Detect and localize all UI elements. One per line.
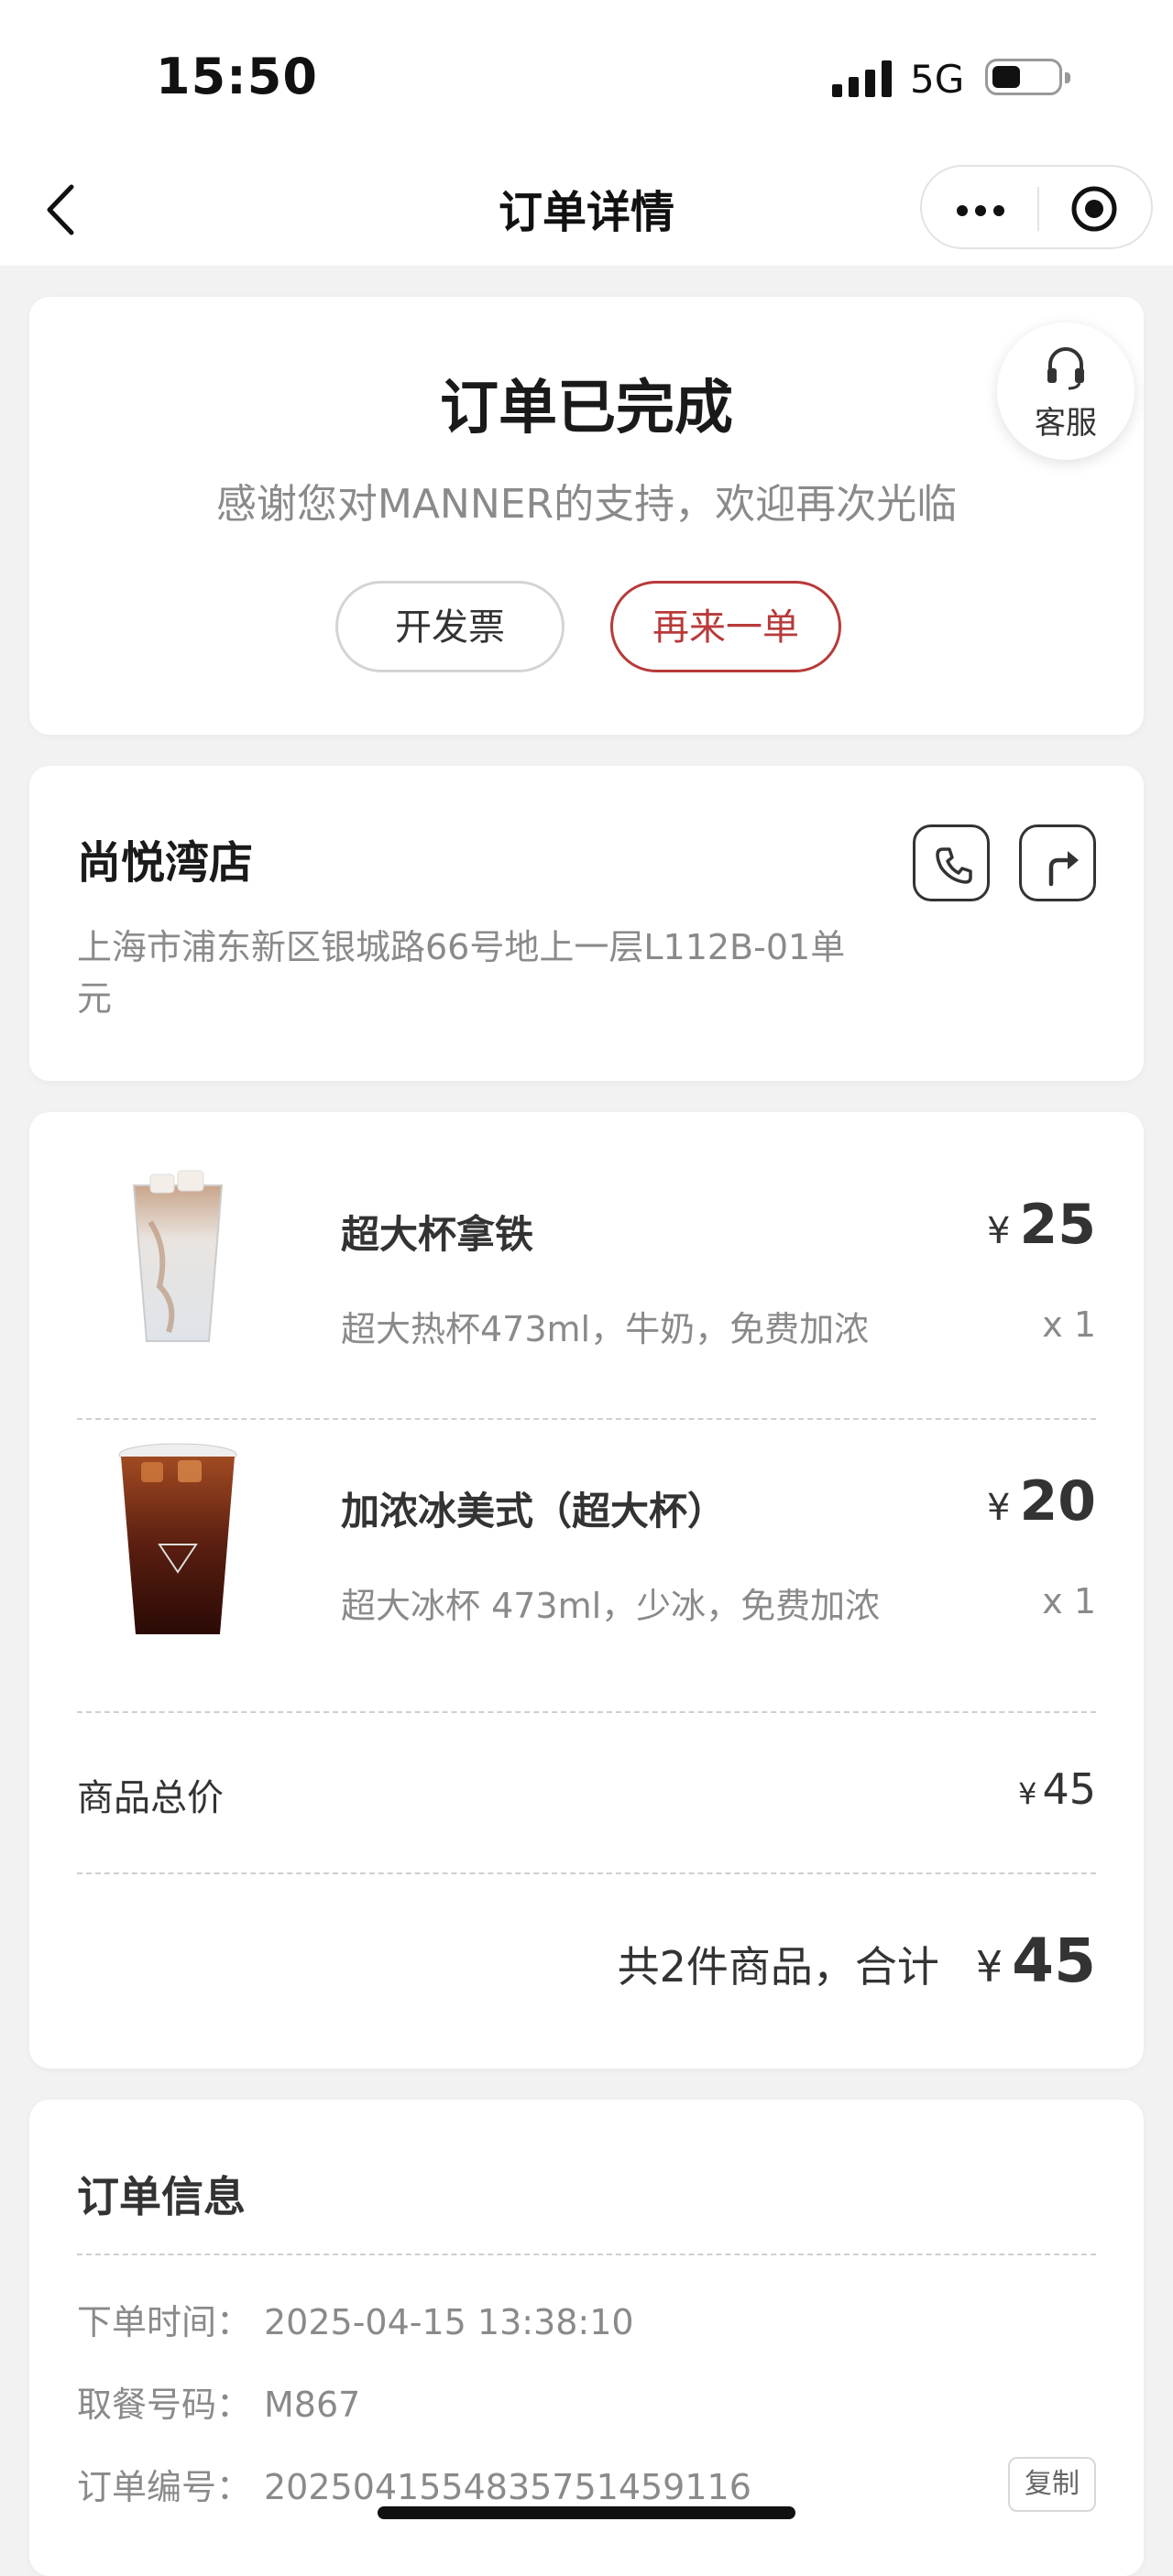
customer-service-button[interactable]: 客服 xyxy=(997,322,1135,460)
subtotal-value: ¥45 xyxy=(1018,1764,1096,1814)
mini-program-capsule xyxy=(920,165,1153,249)
total-amount: 45 xyxy=(1012,1926,1096,1996)
pickup-number-row: 取餐号码： M867 xyxy=(77,2376,360,2427)
order-number-row: 订单编号： 20250415548357514591​16 xyxy=(77,2459,751,2509)
invoice-button[interactable]: 开发票 xyxy=(335,581,565,672)
latte-thumbnail xyxy=(132,1170,224,1342)
item-price: ¥20 xyxy=(987,1469,1096,1534)
store-card: 尚悦湾店 上海市浦东新区银城路66号地上一层L112B-01单元 xyxy=(29,766,1144,1081)
phone-icon xyxy=(936,847,972,884)
item-spec: 超大热杯473ml，牛奶，免费加浓 xyxy=(341,1309,870,1349)
subtotal-amount: 45 xyxy=(1042,1764,1096,1814)
currency-symbol: ¥ xyxy=(1018,1776,1037,1811)
order-number-label: 订单编号： xyxy=(77,2467,252,2507)
total-text: 共2件商品，合计 xyxy=(617,1942,939,1992)
list-item: 加浓冰美式（超大杯） 超大冰杯 473ml，少冰，免费加浓 ¥20 x 1 xyxy=(29,1389,1144,1664)
currency-symbol: ¥ xyxy=(975,1942,1003,1992)
order-time-row: 下单时间： 2025-04-15 13:38:10 xyxy=(77,2294,634,2344)
navigate-store-button[interactable] xyxy=(1019,824,1096,901)
home-indicator xyxy=(378,2506,795,2519)
status-time: 15:50 xyxy=(156,48,318,105)
total-row: 共2件商品，合计 ¥45 xyxy=(618,1926,1096,1996)
route-icon xyxy=(1048,851,1079,887)
reorder-button[interactable]: 再来一单 xyxy=(610,581,841,672)
pickup-number-label: 取餐号码： xyxy=(77,2385,252,2425)
subtotal-label: 商品总价 xyxy=(77,1777,224,1819)
order-number-value: 20250415548357514591​16 xyxy=(264,2467,751,2507)
order-status-title: 订单已完成 xyxy=(440,375,733,442)
divider xyxy=(77,1872,1096,1874)
order-info-card: 订单信息 下单时间： 2025-04-15 13:38:10 取餐号码： M867 … xyxy=(29,2100,1144,2576)
pickup-number-value: M867 xyxy=(264,2385,361,2425)
status-bar: 15:50 5G xyxy=(0,0,1173,156)
item-spec: 超大冰杯 473ml，少冰，免费加浓 xyxy=(341,1586,881,1626)
list-item: 超大杯拿铁 超大热杯473ml，牛奶，免费加浓 ¥25 x 1 xyxy=(29,1112,1144,1387)
order-time-value: 2025-04-15 13:38:10 xyxy=(264,2302,634,2342)
capsule-divider xyxy=(1037,187,1039,231)
item-price-value: 20 xyxy=(1019,1469,1097,1534)
copy-order-number-button[interactable]: 复制 xyxy=(1008,2457,1096,2512)
order-status-card: 订单已完成 感谢您对MANNER的支持，欢迎再次光临 开发票 再来一单 xyxy=(29,297,1144,735)
order-items-card: 超大杯拿铁 超大热杯473ml，牛奶，免费加浓 ¥25 x 1 加浓冰美式（超大… xyxy=(29,1112,1144,2068)
item-price-value: 25 xyxy=(1019,1193,1097,1257)
item-price: ¥25 xyxy=(987,1193,1096,1257)
record-target-icon[interactable] xyxy=(1070,185,1118,233)
order-info-title: 订单信息 xyxy=(77,2172,246,2221)
item-quantity: x 1 xyxy=(1042,1581,1096,1621)
item-name: 超大杯拿铁 xyxy=(341,1212,534,1257)
more-dots-icon[interactable] xyxy=(953,187,1008,231)
network-label: 5G xyxy=(910,57,965,102)
item-quantity: x 1 xyxy=(1042,1304,1096,1345)
battery-icon xyxy=(985,59,1070,95)
call-store-button[interactable] xyxy=(913,824,990,901)
store-name: 尚悦湾店 xyxy=(77,837,254,889)
divider xyxy=(77,2254,1096,2255)
nav-bar: 订单详情 xyxy=(0,156,1173,266)
order-time-label: 下单时间： xyxy=(77,2302,252,2342)
order-status-subtitle: 感谢您对MANNER的支持，欢迎再次光临 xyxy=(215,481,958,528)
headset-icon xyxy=(1047,347,1084,390)
currency-symbol: ¥ xyxy=(987,1487,1011,1529)
customer-service-label: 客服 xyxy=(1035,405,1097,442)
divider xyxy=(77,1711,1096,1713)
store-address: 上海市浦东新区银城路66号地上一层L112B-01单元 xyxy=(77,927,846,1019)
americano-thumbnail xyxy=(118,1443,237,1634)
item-name: 加浓冰美式（超大杯） xyxy=(341,1489,727,1534)
currency-symbol: ¥ xyxy=(987,1210,1011,1252)
signal-icon xyxy=(832,60,894,97)
